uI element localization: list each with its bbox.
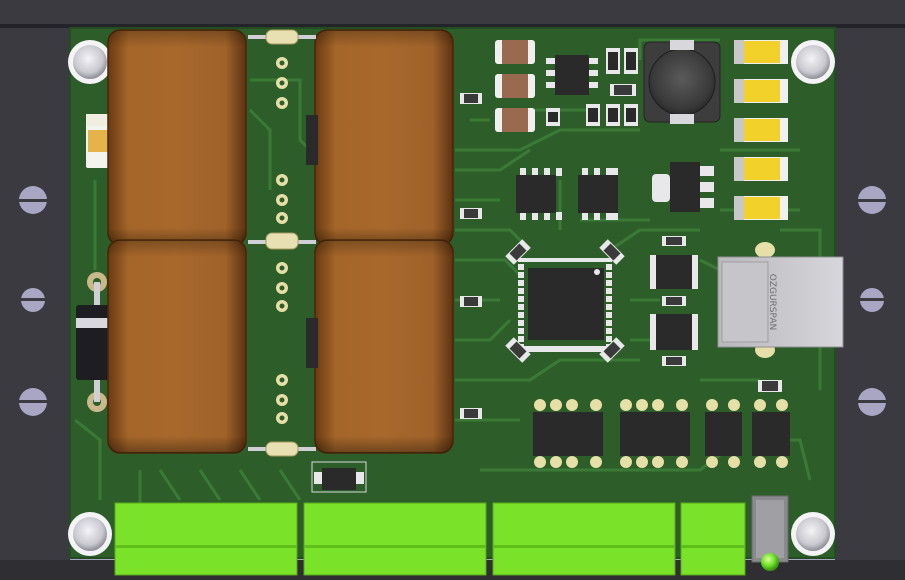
screw-top-right: [796, 45, 830, 79]
tantalum-cap-5: [734, 196, 788, 220]
terminal-block-4: [680, 502, 746, 576]
enclosure-top-rail: [0, 0, 905, 24]
screw-bottom-right: [796, 517, 830, 551]
optocoupler-edge-1: [306, 115, 318, 165]
soic8-ic-2: [578, 168, 618, 220]
terminal-block-1: [114, 502, 298, 576]
usb-connector-label: OZGURSPAN: [767, 274, 777, 331]
terminal-block-3: [492, 502, 676, 576]
usb-interface-ic-1: [650, 255, 698, 289]
optocoupler-edge-2: [306, 318, 318, 368]
tantalum-cap-2: [734, 79, 788, 103]
tantalum-cap-3: [734, 118, 788, 142]
screw-top-left: [73, 45, 107, 79]
smd-fuse-left: [86, 114, 110, 168]
film-capacitor-2: [107, 239, 247, 454]
usb-b-connector: OZGURSPAN: [717, 242, 844, 358]
usb-interface-ic-2: [650, 314, 698, 350]
power-inductor: [643, 40, 721, 124]
terminal-block-2: [303, 502, 487, 576]
soic8-ic-1: [516, 168, 562, 220]
tantalum-cap-1: [734, 40, 788, 64]
film-capacitor-4: [314, 239, 454, 454]
film-capacitor-3: [314, 29, 454, 246]
tantalum-cap-4: [734, 157, 788, 181]
status-led: [751, 495, 789, 571]
pcb-render-view: OZGURSPAN: [0, 0, 905, 580]
pcb-3d-scene: OZGURSPAN: [0, 0, 905, 580]
terminal-blocks: [114, 502, 746, 576]
film-capacitor-1: [107, 29, 247, 246]
smd-capacitors-brown: [495, 40, 535, 132]
led-lens: [761, 553, 779, 571]
smd-diode-bottom: [311, 461, 367, 493]
screw-bottom-left: [73, 517, 107, 551]
microcontroller-qfp: [518, 258, 612, 352]
dip-optocoupler-1: [533, 399, 603, 468]
